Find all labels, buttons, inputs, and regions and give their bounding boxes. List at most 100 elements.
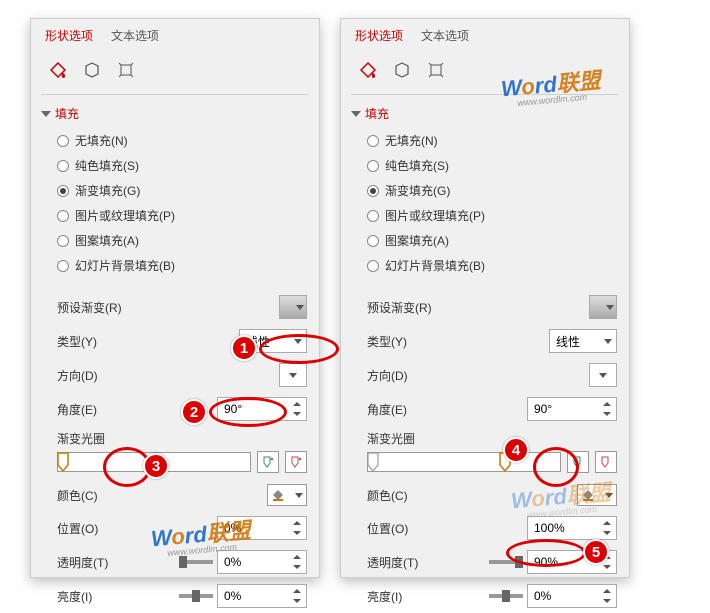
fill-radio-group: 无填充(N) 纯色填充(S) 渐变填充(G) 图片或纹理填充(P) 图案填充(A… — [341, 126, 629, 286]
fill-category-icon[interactable] — [43, 56, 73, 84]
remove-stop-button[interactable] — [285, 451, 307, 473]
radio-slidebg-fill[interactable]: 幻灯片背景填充(B) — [367, 253, 619, 278]
size-category-icon[interactable] — [111, 56, 141, 84]
row-preset: 预设渐变(R) — [57, 290, 307, 324]
brightness-value: 0% — [534, 589, 551, 603]
transparency-slider[interactable] — [179, 560, 213, 564]
gradient-stop-handle[interactable] — [56, 451, 70, 473]
row-type: 类型(Y) 线性 — [367, 324, 617, 358]
category-icons — [341, 52, 629, 92]
radio-solid-fill[interactable]: 纯色填充(S) — [57, 153, 309, 178]
type-value: 线性 — [556, 333, 580, 350]
callout-badge-3: 3 — [143, 453, 169, 479]
row-direction: 方向(D) — [367, 358, 617, 392]
effects-category-icon[interactable] — [77, 56, 107, 84]
fill-section-header[interactable]: 填充 — [341, 101, 629, 126]
radio-pattern-fill[interactable]: 图案填充(A) — [57, 228, 309, 253]
preset-label: 预设渐变(R) — [57, 299, 122, 316]
color-label: 颜色(C) — [57, 487, 98, 504]
radio-gradient-fill[interactable]: 渐变填充(G) — [367, 178, 619, 203]
brightness-spinner[interactable]: 0% — [217, 584, 307, 608]
fill-section-header[interactable]: 填充 — [31, 101, 319, 126]
gradient-controls: 预设渐变(R) 类型(Y) 线性 方向(D) 角度(E) 90° 渐变光圈 — [341, 286, 629, 613]
divider — [41, 94, 309, 95]
row-direction: 方向(D) — [57, 358, 307, 392]
radio-label: 幻灯片背景填充(B) — [75, 257, 175, 274]
radio-icon — [57, 185, 69, 197]
preset-dropdown[interactable] — [279, 295, 307, 319]
effects-category-icon[interactable] — [387, 56, 417, 84]
row-transparency: 透明度(T) 0% — [57, 545, 307, 579]
tab-shape-options[interactable]: 形状选项 — [355, 27, 403, 44]
position-value: 0% — [224, 521, 241, 535]
brightness-slider[interactable] — [179, 594, 213, 598]
row-color: 颜色(C) — [367, 479, 617, 511]
format-shape-panel-left: 形状选项 文本选项 填充 无填充(N) 纯色填充(S) 渐变填充(G) 图片或纹… — [30, 18, 320, 578]
fill-radio-group: 无填充(N) 纯色填充(S) 渐变填充(G) 图片或纹理填充(P) 图案填充(A… — [31, 126, 319, 286]
fill-category-icon[interactable] — [353, 56, 383, 84]
callout-ring-5 — [506, 539, 586, 567]
radio-label: 纯色填充(S) — [75, 157, 139, 174]
radio-label: 无填充(N) — [385, 132, 438, 149]
chevron-down-icon — [295, 493, 303, 498]
radio-picture-fill[interactable]: 图片或纹理填充(P) — [367, 203, 619, 228]
brightness-spinner[interactable]: 0% — [527, 584, 617, 608]
direction-dropdown[interactable] — [589, 363, 617, 387]
stops-label: 渐变光圈 — [367, 426, 617, 449]
radio-label: 图案填充(A) — [385, 232, 449, 249]
row-color: 颜色(C) — [57, 479, 307, 511]
brightness-label: 亮度(I) — [367, 588, 402, 605]
radio-label: 无填充(N) — [75, 132, 128, 149]
radio-icon — [57, 160, 69, 172]
radio-gradient-fill[interactable]: 渐变填充(G) — [57, 178, 309, 203]
callout-badge-1: 1 — [231, 335, 257, 361]
gradient-stops-track[interactable] — [367, 452, 561, 472]
brightness-value: 0% — [224, 589, 241, 603]
chevron-down-icon — [289, 373, 297, 378]
radio-picture-fill[interactable]: 图片或纹理填充(P) — [57, 203, 309, 228]
type-dropdown[interactable]: 线性 — [549, 329, 617, 353]
color-dropdown[interactable] — [267, 484, 307, 506]
gradient-stop-handle[interactable] — [366, 451, 380, 473]
color-label: 颜色(C) — [367, 487, 408, 504]
format-shape-panel-right: 形状选项 文本选项 填充 无填充(N) 纯色填充(S) 渐变填充(G) 图片或纹… — [340, 18, 630, 578]
tab-shape-options[interactable]: 形状选项 — [45, 27, 93, 44]
radio-solid-fill[interactable]: 纯色填充(S) — [367, 153, 619, 178]
collapse-arrow-icon — [351, 111, 361, 117]
gradient-stops-row — [57, 449, 307, 479]
row-preset: 预设渐变(R) — [367, 290, 617, 324]
radio-no-fill[interactable]: 无填充(N) — [367, 128, 619, 153]
divider — [351, 94, 619, 95]
direction-dropdown[interactable] — [279, 363, 307, 387]
position-spinner[interactable]: 100% — [527, 516, 617, 540]
chevron-down-icon — [296, 305, 304, 310]
radio-icon — [57, 260, 69, 272]
tab-text-options[interactable]: 文本选项 — [421, 27, 469, 44]
callout-ring-2 — [209, 397, 287, 427]
transparency-label: 透明度(T) — [367, 554, 418, 571]
radio-pattern-fill[interactable]: 图案填充(A) — [367, 228, 619, 253]
gradient-stops-row — [367, 449, 617, 479]
fill-section-title: 填充 — [365, 105, 389, 122]
remove-stop-button[interactable] — [595, 451, 617, 473]
brightness-slider[interactable] — [489, 594, 523, 598]
radio-slidebg-fill[interactable]: 幻灯片背景填充(B) — [57, 253, 309, 278]
radio-no-fill[interactable]: 无填充(N) — [57, 128, 309, 153]
color-dropdown[interactable] — [577, 484, 617, 506]
angle-label: 角度(E) — [367, 401, 407, 418]
position-spinner[interactable]: 0% — [217, 516, 307, 540]
transparency-spinner[interactable]: 0% — [217, 550, 307, 574]
size-category-icon[interactable] — [421, 56, 451, 84]
option-tabs: 形状选项 文本选项 — [341, 27, 629, 52]
callout-badge-2: 2 — [181, 399, 207, 425]
callout-ring-1 — [259, 334, 339, 364]
tab-text-options[interactable]: 文本选项 — [111, 27, 159, 44]
preset-label: 预设渐变(R) — [367, 299, 432, 316]
add-stop-button[interactable] — [257, 451, 279, 473]
preset-dropdown[interactable] — [589, 295, 617, 319]
transparency-value: 0% — [224, 555, 241, 569]
spinner-buttons[interactable] — [290, 399, 304, 419]
angle-spinner[interactable]: 90° — [527, 397, 617, 421]
type-label: 类型(Y) — [57, 333, 97, 350]
radio-label: 渐变填充(G) — [75, 182, 140, 199]
